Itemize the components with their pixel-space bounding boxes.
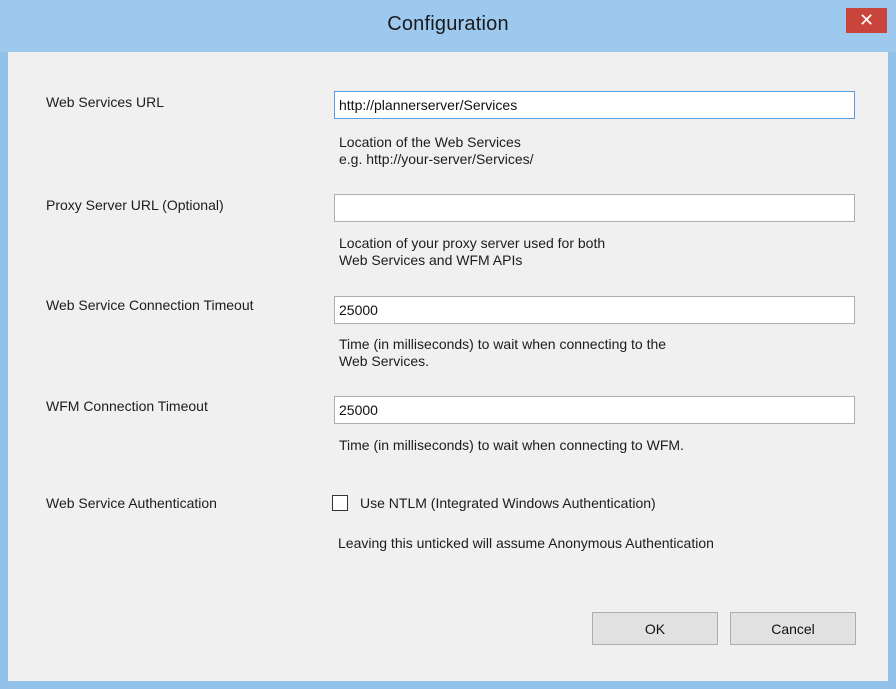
authentication-hint: Leaving this unticked will assume Anonym… bbox=[338, 535, 714, 551]
configuration-dialog: Configuration ✕ Web Services URL Locatio… bbox=[0, 0, 896, 689]
hint-line: Web Services and WFM APIs bbox=[339, 252, 523, 268]
web-services-url-label: Web Services URL bbox=[46, 94, 165, 110]
web-services-url-input[interactable] bbox=[334, 91, 855, 119]
dialog-body: Web Services URL Location of the Web Ser… bbox=[8, 52, 888, 681]
proxy-server-url-label: Proxy Server URL (Optional) bbox=[46, 197, 224, 213]
proxy-server-url-hint: Location of your proxy server used for b… bbox=[339, 235, 605, 269]
hint-line: Time (in milliseconds) to wait when conn… bbox=[339, 437, 684, 453]
web-service-timeout-hint: Time (in milliseconds) to wait when conn… bbox=[339, 336, 666, 370]
ok-button[interactable]: OK bbox=[592, 612, 718, 645]
window-title: Configuration bbox=[387, 13, 509, 35]
hint-line: e.g. http://your-server/Services/ bbox=[339, 151, 534, 167]
wfm-timeout-label: WFM Connection Timeout bbox=[46, 398, 208, 414]
web-service-timeout-label: Web Service Connection Timeout bbox=[46, 297, 254, 313]
proxy-server-url-input[interactable] bbox=[334, 194, 855, 222]
hint-line: Time (in milliseconds) to wait when conn… bbox=[339, 336, 667, 352]
wfm-timeout-input[interactable] bbox=[334, 396, 855, 424]
close-icon: ✕ bbox=[858, 10, 875, 30]
title-bar[interactable]: Configuration ✕ bbox=[0, 0, 896, 52]
web-services-url-hint: Location of the Web Services e.g. http:/… bbox=[339, 134, 534, 168]
wfm-timeout-hint: Time (in milliseconds) to wait when conn… bbox=[339, 437, 684, 454]
close-button[interactable]: ✕ bbox=[846, 8, 887, 33]
cancel-button[interactable]: Cancel bbox=[730, 612, 856, 645]
hint-line: Location of the Web Services bbox=[339, 134, 521, 150]
hint-line: Location of your proxy server used for b… bbox=[339, 235, 606, 251]
hint-line: Web Services. bbox=[339, 353, 429, 369]
ntlm-checkbox-label[interactable]: Use NTLM (Integrated Windows Authenticat… bbox=[360, 495, 656, 511]
ntlm-checkbox[interactable] bbox=[332, 495, 348, 511]
authentication-label: Web Service Authentication bbox=[46, 495, 217, 511]
web-service-timeout-input[interactable] bbox=[334, 296, 855, 324]
